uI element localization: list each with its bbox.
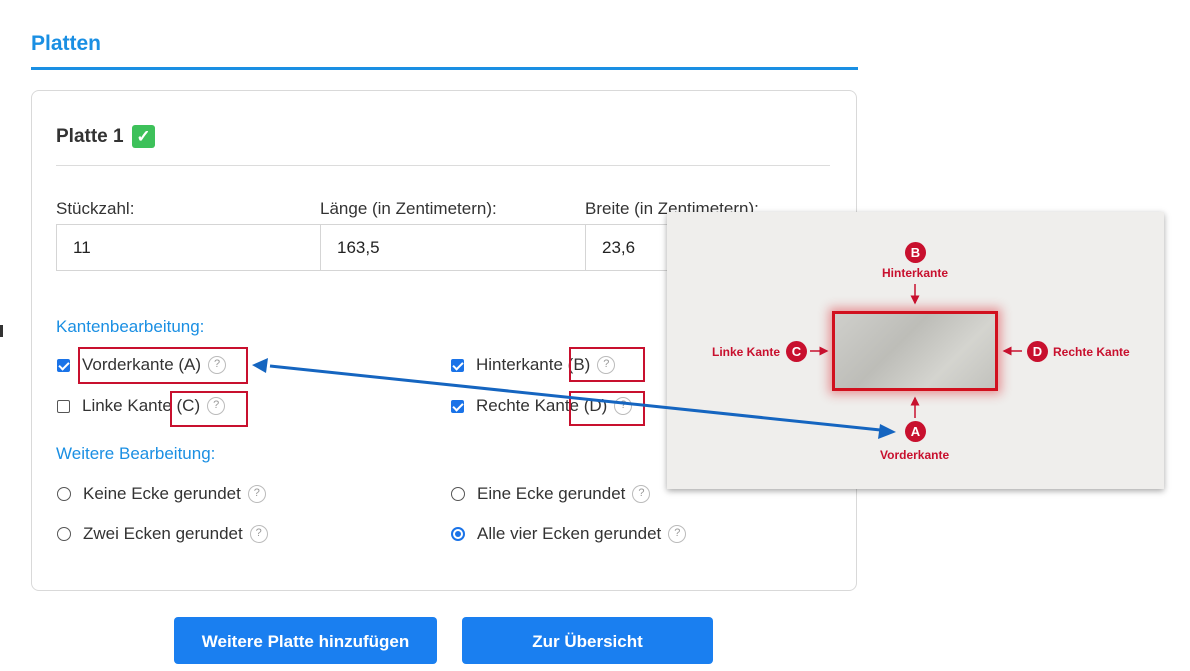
annotation-box-back (569, 347, 645, 382)
add-plate-button[interactable]: Weitere Platte hinzufügen (174, 617, 437, 664)
help-icon[interactable]: ? (247, 485, 266, 503)
badge-c: C (786, 341, 807, 362)
badge-d: D (1027, 341, 1048, 362)
diagram-label-back: Hinterkante (882, 266, 949, 280)
right-edge-checkbox[interactable] (451, 399, 464, 413)
front-edge-checkbox[interactable] (57, 358, 70, 372)
badge-a: A (905, 421, 926, 442)
back-edge-checkbox[interactable] (451, 358, 464, 372)
further-processing-title: Weitere Bearbeitung: (56, 444, 216, 463)
corner-one-label: Eine Ecke gerundet (477, 484, 626, 503)
corner-four-label: Alle vier Ecken gerundet (477, 524, 662, 543)
page-edge-marker (0, 325, 3, 337)
corner-none-label: Keine Ecke gerundet (83, 484, 241, 503)
check-icon: ✓ (132, 125, 155, 148)
quantity-input[interactable]: 11 (56, 224, 321, 271)
annotation-box-left (170, 391, 248, 427)
help-icon[interactable]: ? (249, 525, 268, 543)
corner-two-option[interactable]: Zwei Ecken gerundet ? (57, 524, 268, 544)
corner-none-option[interactable]: Keine Ecke gerundet ? (57, 484, 266, 504)
corner-four-option[interactable]: Alle vier Ecken gerundet ? (451, 524, 687, 544)
help-icon[interactable]: ? (668, 525, 687, 543)
corner-two-radio[interactable] (57, 527, 71, 541)
quantity-label: Stückzahl: (56, 199, 135, 218)
section-title: Platten (31, 32, 102, 55)
overview-button[interactable]: Zur Übersicht (462, 617, 713, 664)
plate-illustration (832, 311, 998, 391)
corner-four-radio[interactable] (451, 527, 465, 541)
diagram-label-right: Rechte Kante (1053, 345, 1130, 359)
corner-two-label: Zwei Ecken gerundet (83, 524, 243, 543)
annotation-box-right (569, 391, 645, 426)
corner-one-radio[interactable] (451, 487, 465, 501)
left-edge-checkbox[interactable] (57, 399, 70, 413)
corner-one-option[interactable]: Eine Ecke gerundet ? (451, 484, 651, 504)
diagram-label-left: Linke Kante (712, 345, 781, 359)
diagram-label-front: Vorderkante (880, 448, 950, 462)
length-label: Länge (in Zentimetern): (320, 199, 497, 218)
help-icon[interactable]: ? (632, 485, 651, 503)
length-input[interactable]: 163,5 (320, 224, 586, 271)
corner-none-radio[interactable] (57, 487, 71, 501)
badge-b: B (905, 242, 926, 263)
section-divider (31, 67, 858, 70)
annotation-box-front (78, 347, 248, 384)
edge-processing-title: Kantenbearbeitung: (56, 317, 205, 336)
plate-title: Platte 1 (56, 126, 124, 147)
plate-title-divider (56, 165, 830, 166)
